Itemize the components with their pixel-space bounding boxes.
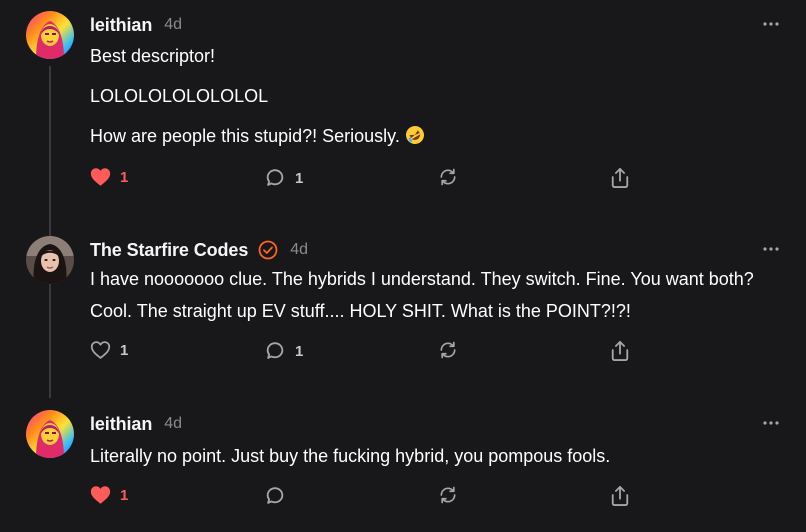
comment-paragraph: I have nooooooo clue. The hybrids I unde… (90, 269, 754, 321)
restack-icon (440, 341, 456, 359)
like-button[interactable]: 1 (90, 340, 128, 360)
comment-header: leithian 4d (90, 412, 182, 436)
share-button[interactable] (610, 340, 630, 362)
heart-filled-icon (90, 486, 111, 504)
comment-bubble-icon (266, 487, 284, 504)
restack-button[interactable] (438, 167, 458, 187)
comment-paragraph: How are people this stupid?! Seriously. (90, 126, 400, 146)
ellipsis-icon (763, 22, 779, 26)
avatar[interactable] (26, 11, 74, 59)
reply-button[interactable] (264, 485, 286, 507)
more-options-button[interactable] (761, 413, 781, 433)
reply-button[interactable]: 1 (264, 167, 303, 189)
like-button[interactable]: 1 (90, 485, 128, 505)
reply-count: 1 (295, 169, 304, 187)
heart-outline-icon (90, 341, 111, 359)
comment-paragraph-with-emoji: How are people this stupid?! Seriously. (90, 120, 766, 155)
username[interactable]: The Starfire Codes (90, 240, 248, 261)
more-options-button[interactable] (761, 239, 781, 259)
restack-icon (440, 168, 456, 186)
restack-icon (440, 486, 456, 504)
like-count: 1 (120, 341, 129, 359)
comment-header: leithian 4d (90, 13, 182, 37)
username[interactable]: leithian (90, 15, 152, 36)
share-icon (611, 340, 629, 361)
ellipsis-icon (763, 421, 779, 425)
restack-button[interactable] (438, 340, 458, 360)
ellipsis-icon (763, 247, 779, 251)
share-icon (611, 168, 629, 188)
like-count: 1 (120, 486, 129, 504)
share-button[interactable] (610, 485, 630, 507)
timestamp[interactable]: 4d (164, 415, 182, 433)
comment-body: I have nooooooo clue. The hybrids I unde… (90, 263, 766, 327)
like-count: 1 (120, 168, 129, 186)
username[interactable]: leithian (90, 414, 152, 435)
like-button[interactable]: 1 (90, 167, 128, 187)
comment-paragraph: Literally no point. Just buy the fucking… (90, 446, 611, 466)
comment-bubble-icon (266, 342, 284, 359)
more-options-button[interactable] (761, 14, 781, 34)
timestamp[interactable]: 4d (164, 16, 182, 34)
restack-button[interactable] (438, 485, 458, 505)
comment-bubble-icon (266, 169, 284, 186)
rolling-on-floor-laughing-emoji (405, 123, 425, 155)
heart-filled-icon (90, 168, 111, 186)
comment-body: Literally no point. Just buy the fucking… (90, 440, 766, 472)
timestamp[interactable]: 4d (290, 241, 308, 259)
thread-line (49, 66, 51, 398)
comment-header: The Starfire Codes 4d (90, 238, 308, 262)
reply-count: 1 (295, 342, 304, 360)
comment-body: Best descriptor! LOLOLOLOLOLOLOL How are… (90, 40, 766, 155)
avatar[interactable] (26, 410, 74, 458)
reply-button[interactable]: 1 (264, 340, 303, 362)
avatar[interactable] (26, 236, 74, 284)
comment-paragraph: LOLOLOLOLOLOLOL (90, 86, 269, 106)
comment-paragraph: Best descriptor! (90, 46, 216, 66)
share-icon (611, 485, 629, 506)
share-button[interactable] (610, 167, 630, 189)
verified-badge-icon (258, 240, 278, 260)
